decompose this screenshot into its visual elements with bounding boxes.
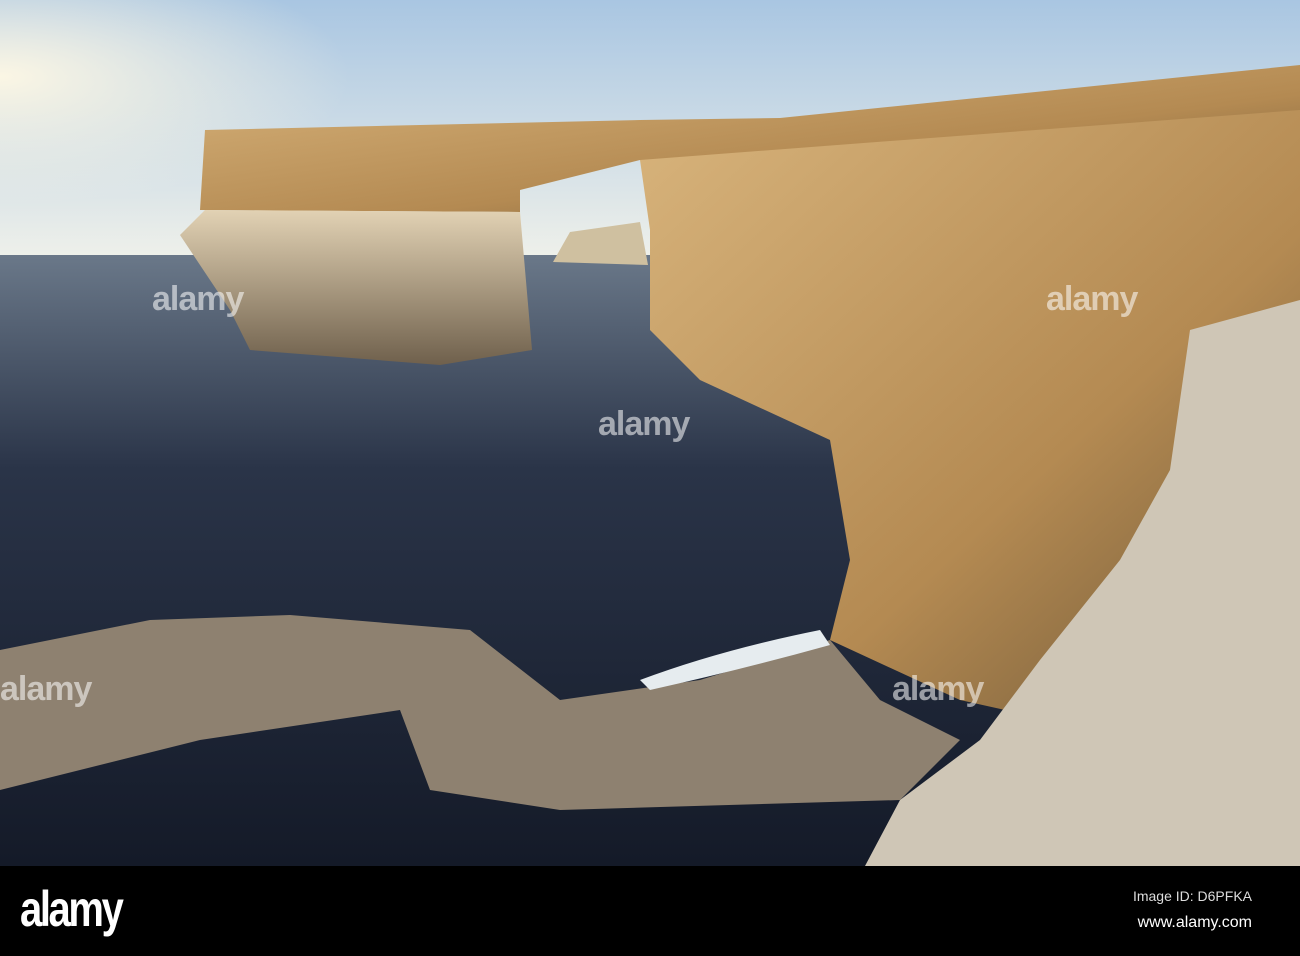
watermark-text: alamy: [0, 670, 92, 708]
watermark-text: alamy: [152, 280, 244, 318]
watermark-text: alamy: [1046, 280, 1138, 318]
watermark-bar: alamy Image ID: D6PFKA www.alamy.com: [0, 866, 1300, 956]
site-url: www.alamy.com: [1137, 914, 1252, 931]
alamy-logo: alamy: [20, 881, 124, 937]
watermark-text: alamy: [892, 670, 984, 708]
image-id: Image ID: D6PFKA: [1132, 888, 1252, 904]
watermark-text: alamy: [598, 405, 690, 443]
